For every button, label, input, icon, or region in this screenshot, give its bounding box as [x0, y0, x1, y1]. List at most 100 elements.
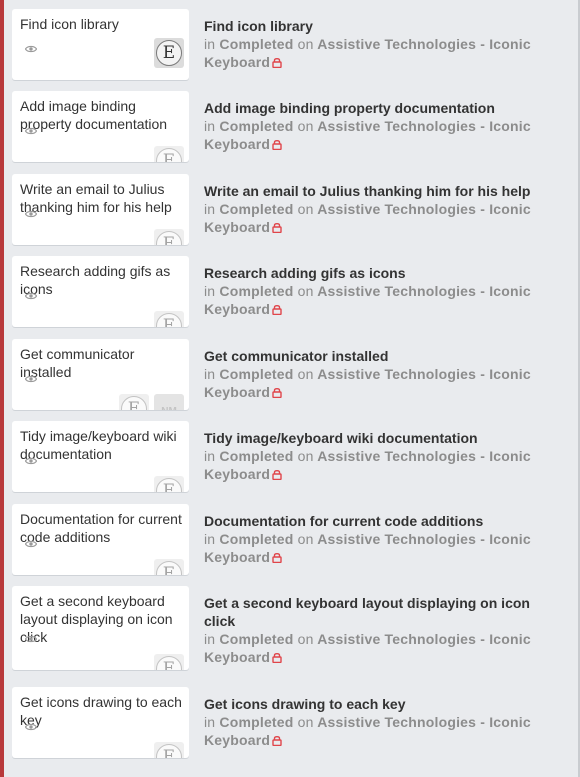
lock-icon — [272, 466, 282, 484]
card-preview[interactable]: Add image binding property documentation… — [12, 91, 189, 162]
in-label: in — [204, 36, 216, 52]
activity-meta: in Completed on Assistive Technologies -… — [204, 282, 559, 319]
avatar-initial: E — [156, 148, 182, 162]
avatar-initial: E — [156, 231, 182, 245]
eye-icon — [24, 452, 38, 465]
in-label: in — [204, 531, 216, 547]
activity-info: Get a second keyboard layout displaying … — [204, 594, 559, 667]
list-link[interactable]: Completed — [219, 36, 293, 52]
lock-icon — [272, 384, 282, 402]
activity-meta: in Completed on Assistive Technologies -… — [204, 630, 559, 667]
eye-icon — [24, 630, 38, 643]
in-label: in — [204, 448, 216, 464]
list-link[interactable]: Completed — [219, 283, 293, 299]
activity-card-link[interactable]: Add image binding property documentation — [204, 99, 559, 117]
list-link[interactable]: Completed — [219, 201, 293, 217]
on-label: on — [297, 631, 314, 647]
activity-meta: in Completed on Assistive Technologies -… — [204, 200, 559, 237]
activity-meta: in Completed on Assistive Technologies -… — [204, 447, 559, 484]
eye-icon — [24, 287, 38, 300]
member-avatar[interactable]: E — [154, 742, 184, 758]
activity-card-link[interactable]: Find icon library — [204, 17, 559, 35]
member-avatar[interactable]: E — [154, 311, 184, 327]
on-label: on — [297, 531, 314, 547]
list-link[interactable]: Completed — [219, 631, 293, 647]
activity-meta: in Completed on Assistive Technologies -… — [204, 365, 559, 402]
card-preview[interactable]: Get a second keyboard layout displaying … — [12, 586, 189, 670]
on-label: on — [297, 366, 314, 382]
activity-card-link[interactable]: Tidy image/keyboard wiki documentation — [204, 429, 559, 447]
card-title: Research adding gifs as icons — [20, 263, 171, 297]
card-preview[interactable]: Documentation for current code additions… — [12, 504, 189, 575]
activity-card-link[interactable]: Research adding gifs as icons — [204, 264, 559, 282]
card-title: Get communicator installed — [20, 346, 135, 380]
board-edge-strip — [0, 0, 4, 777]
eye-icon — [24, 205, 38, 218]
card-preview[interactable]: Tidy image/keyboard wiki documentation E — [12, 421, 189, 492]
member-avatar[interactable]: E — [154, 559, 184, 575]
list-link[interactable]: Completed — [219, 366, 293, 382]
eye-icon — [24, 122, 38, 135]
activity-card-link[interactable]: Get communicator installed — [204, 347, 559, 365]
list-link[interactable]: Completed — [219, 448, 293, 464]
lock-icon — [272, 219, 282, 237]
card-title: Write an email to Julius thanking him fo… — [20, 181, 172, 215]
list-link[interactable]: Completed — [219, 714, 293, 730]
activity-meta: in Completed on Assistive Technologies -… — [204, 117, 559, 154]
card-preview[interactable]: Research adding gifs as icons E — [12, 256, 189, 327]
avatar-initial: E — [156, 40, 182, 66]
in-label: in — [204, 283, 216, 299]
activity-meta: in Completed on Assistive Technologies -… — [204, 530, 559, 567]
card-preview[interactable]: Find icon library E — [12, 9, 189, 80]
member-avatar[interactable]: E — [154, 146, 184, 162]
card-title: Documentation for current code additions — [20, 511, 182, 545]
on-label: on — [297, 714, 314, 730]
activity-info: Add image binding property documentation… — [204, 99, 559, 154]
on-label: on — [297, 118, 314, 134]
in-label: in — [204, 631, 216, 647]
card-title: Find icon library — [20, 16, 119, 32]
member-avatar[interactable]: E — [154, 654, 184, 670]
in-label: in — [204, 118, 216, 134]
lock-icon — [272, 54, 282, 72]
lock-icon — [272, 732, 282, 750]
on-label: on — [297, 283, 314, 299]
eye-icon — [24, 370, 38, 383]
activity-card-link[interactable]: Get a second keyboard layout displaying … — [204, 594, 559, 630]
member-avatar[interactable]: E — [119, 394, 149, 410]
member-avatar[interactable]: E — [154, 38, 184, 68]
activity-meta: in Completed on Assistive Technologies -… — [204, 35, 559, 72]
card-title: Tidy image/keyboard wiki documentation — [20, 428, 177, 462]
card-preview[interactable]: Write an email to Julius thanking him fo… — [12, 174, 189, 245]
member-avatar[interactable]: NM — [154, 394, 184, 410]
on-label: on — [297, 36, 314, 52]
in-label: in — [204, 366, 216, 382]
activity-info: Research adding gifs as icons in Complete… — [204, 264, 559, 319]
activity-card-link[interactable]: Get icons drawing to each key — [204, 695, 559, 713]
list-link[interactable]: Completed — [219, 118, 293, 134]
card-title: Get icons drawing to each key — [20, 694, 182, 728]
on-label: on — [297, 448, 314, 464]
activity-meta: in Completed on Assistive Technologies -… — [204, 713, 559, 750]
activity-info: Tidy image/keyboard wiki documentation in… — [204, 429, 559, 484]
lock-icon — [272, 649, 282, 667]
eye-icon — [24, 535, 38, 548]
card-title: Add image binding property documentation — [20, 98, 168, 132]
activity-info: Get communicator installed in Completed o… — [204, 347, 559, 402]
avatar-initial: E — [156, 561, 182, 575]
card-preview[interactable]: Get icons drawing to each key E — [12, 687, 189, 758]
activity-card-link[interactable]: Documentation for current code additions — [204, 512, 559, 530]
card-preview[interactable]: Get communicator installed E NM — [12, 339, 189, 410]
member-avatar[interactable]: E — [154, 229, 184, 245]
avatar-initial: E — [156, 656, 182, 670]
list-link[interactable]: Completed — [219, 531, 293, 547]
activity-info: Documentation for current code additions… — [204, 512, 559, 567]
avatar-initial: E — [121, 396, 147, 410]
lock-icon — [272, 549, 282, 567]
activity-info: Write an email to Julius thanking him fo… — [204, 182, 559, 237]
lock-icon — [272, 301, 282, 319]
activity-card-link[interactable]: Write an email to Julius thanking him fo… — [204, 182, 559, 200]
lock-icon — [272, 136, 282, 154]
member-avatar[interactable]: E — [154, 476, 184, 492]
activity-info: Get icons drawing to each key in Complete… — [204, 695, 559, 750]
